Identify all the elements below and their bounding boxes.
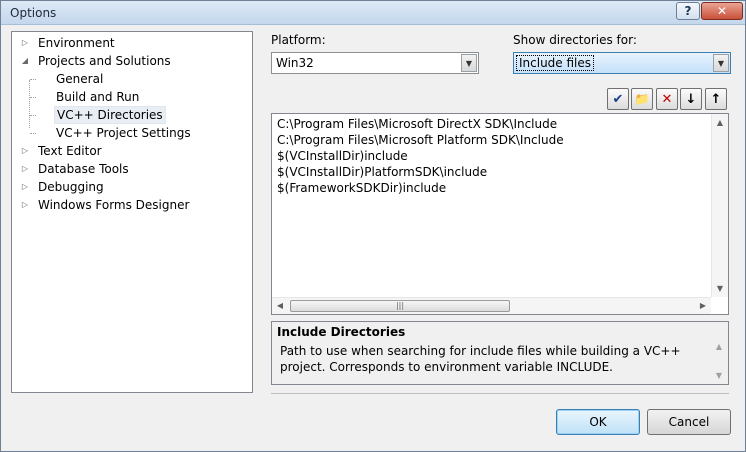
tree-item-label: Database Tools xyxy=(38,162,129,176)
move-up-button[interactable]: ↑ xyxy=(705,88,727,110)
collapse-arrow-icon[interactable]: ◢ xyxy=(20,52,30,70)
new-folder-icon: 📁 xyxy=(634,92,650,106)
title-bar[interactable]: Options ? ✕ xyxy=(1,1,745,25)
options-tree[interactable]: ▷ Environment ◢ Projects and Solutions G… xyxy=(11,31,253,393)
directory-row[interactable]: C:\Program Files\Microsoft Platform SDK\… xyxy=(277,132,564,148)
description-title: Include Directories xyxy=(277,325,406,339)
arrow-up-icon: ↑ xyxy=(710,91,722,107)
chevron-down-icon[interactable]: ▼ xyxy=(461,54,477,72)
tree-item-label: Build and Run xyxy=(56,90,140,104)
scroll-down-icon[interactable]: ▼ xyxy=(711,371,727,380)
tree-guide-line xyxy=(30,97,36,98)
chevron-down-icon[interactable]: ▼ xyxy=(713,54,729,72)
horizontal-scrollbar[interactable]: ◀ ||| ▶ xyxy=(272,297,711,314)
move-down-button[interactable]: ↓ xyxy=(680,88,702,110)
expand-arrow-icon[interactable]: ▷ xyxy=(20,178,30,196)
close-button[interactable]: ✕ xyxy=(701,2,743,20)
tree-item-label: Projects and Solutions xyxy=(38,54,171,68)
directory-row[interactable]: C:\Program Files\Microsoft DirectX SDK\I… xyxy=(277,116,557,132)
scroll-up-icon[interactable]: ▲ xyxy=(711,342,727,351)
expand-arrow-icon[interactable]: ▷ xyxy=(20,196,30,214)
tree-guide-line xyxy=(30,133,36,134)
arrow-down-icon: ↓ xyxy=(685,91,697,107)
description-text: Path to use when searching for include f… xyxy=(280,344,681,374)
directory-list[interactable]: C:\Program Files\Microsoft DirectX SDK\I… xyxy=(271,113,729,315)
ok-button[interactable]: OK xyxy=(556,409,640,435)
vertical-scrollbar[interactable]: ▲ ▼ xyxy=(711,114,728,297)
scroll-up-icon[interactable]: ▲ xyxy=(712,118,728,127)
cancel-button[interactable]: Cancel xyxy=(647,409,731,435)
scroll-down-icon[interactable]: ▼ xyxy=(712,284,728,293)
directory-row[interactable]: $(VCInstallDir)PlatformSDK\include xyxy=(277,164,487,180)
description-panel: Include Directories Path to use when sea… xyxy=(271,321,729,385)
show-directories-label: Show directories for: xyxy=(513,33,637,47)
divider xyxy=(271,393,729,394)
new-line-button[interactable]: 📁 xyxy=(631,88,653,110)
scroll-right-icon[interactable]: ▶ xyxy=(695,301,711,310)
directory-row[interactable]: $(VCInstallDir)include xyxy=(277,148,408,164)
tree-guide-line xyxy=(29,80,30,128)
description-scrollbar[interactable]: ▲ ▼ xyxy=(711,338,728,384)
platform-dropdown[interactable]: Win32 ▼ xyxy=(271,52,479,74)
platform-label: Platform: xyxy=(271,33,326,47)
tree-item-label: Text Editor xyxy=(38,144,102,158)
delete-button[interactable]: ✕ xyxy=(656,88,678,110)
tree-item-label: General xyxy=(56,72,104,86)
show-directories-value: Include files xyxy=(516,55,595,71)
scroll-left-icon[interactable]: ◀ xyxy=(272,301,288,310)
expand-arrow-icon[interactable]: ▷ xyxy=(20,142,30,160)
tree-item-label: VC++ Project Settings xyxy=(56,126,191,140)
window-title: Options xyxy=(10,6,57,20)
checkmark-icon: ✔ xyxy=(612,91,624,107)
show-directories-dropdown[interactable]: Include files ▼ xyxy=(513,52,731,74)
platform-value: Win32 xyxy=(276,56,314,70)
tree-guide-line xyxy=(30,79,36,80)
horizontal-scroll-thumb[interactable]: ||| xyxy=(290,300,510,312)
expand-arrow-icon[interactable]: ▷ xyxy=(20,160,30,178)
tree-item-label: VC++ Directories xyxy=(54,106,166,124)
delete-icon: ✕ xyxy=(661,91,673,107)
help-button[interactable]: ? xyxy=(676,2,700,20)
expand-arrow-icon[interactable]: ▷ xyxy=(20,34,30,52)
tree-item-label: Environment xyxy=(38,36,115,50)
options-dialog: Options ? ✕ ▷ Environment ◢ Projects and… xyxy=(0,0,746,452)
check-button[interactable]: ✔ xyxy=(607,88,629,110)
tree-item-label: Windows Forms Designer xyxy=(38,198,190,212)
tree-item-label: Debugging xyxy=(38,180,104,194)
directory-row[interactable]: $(FrameworkSDKDir)include xyxy=(277,180,446,196)
tree-guide-line xyxy=(30,115,36,116)
